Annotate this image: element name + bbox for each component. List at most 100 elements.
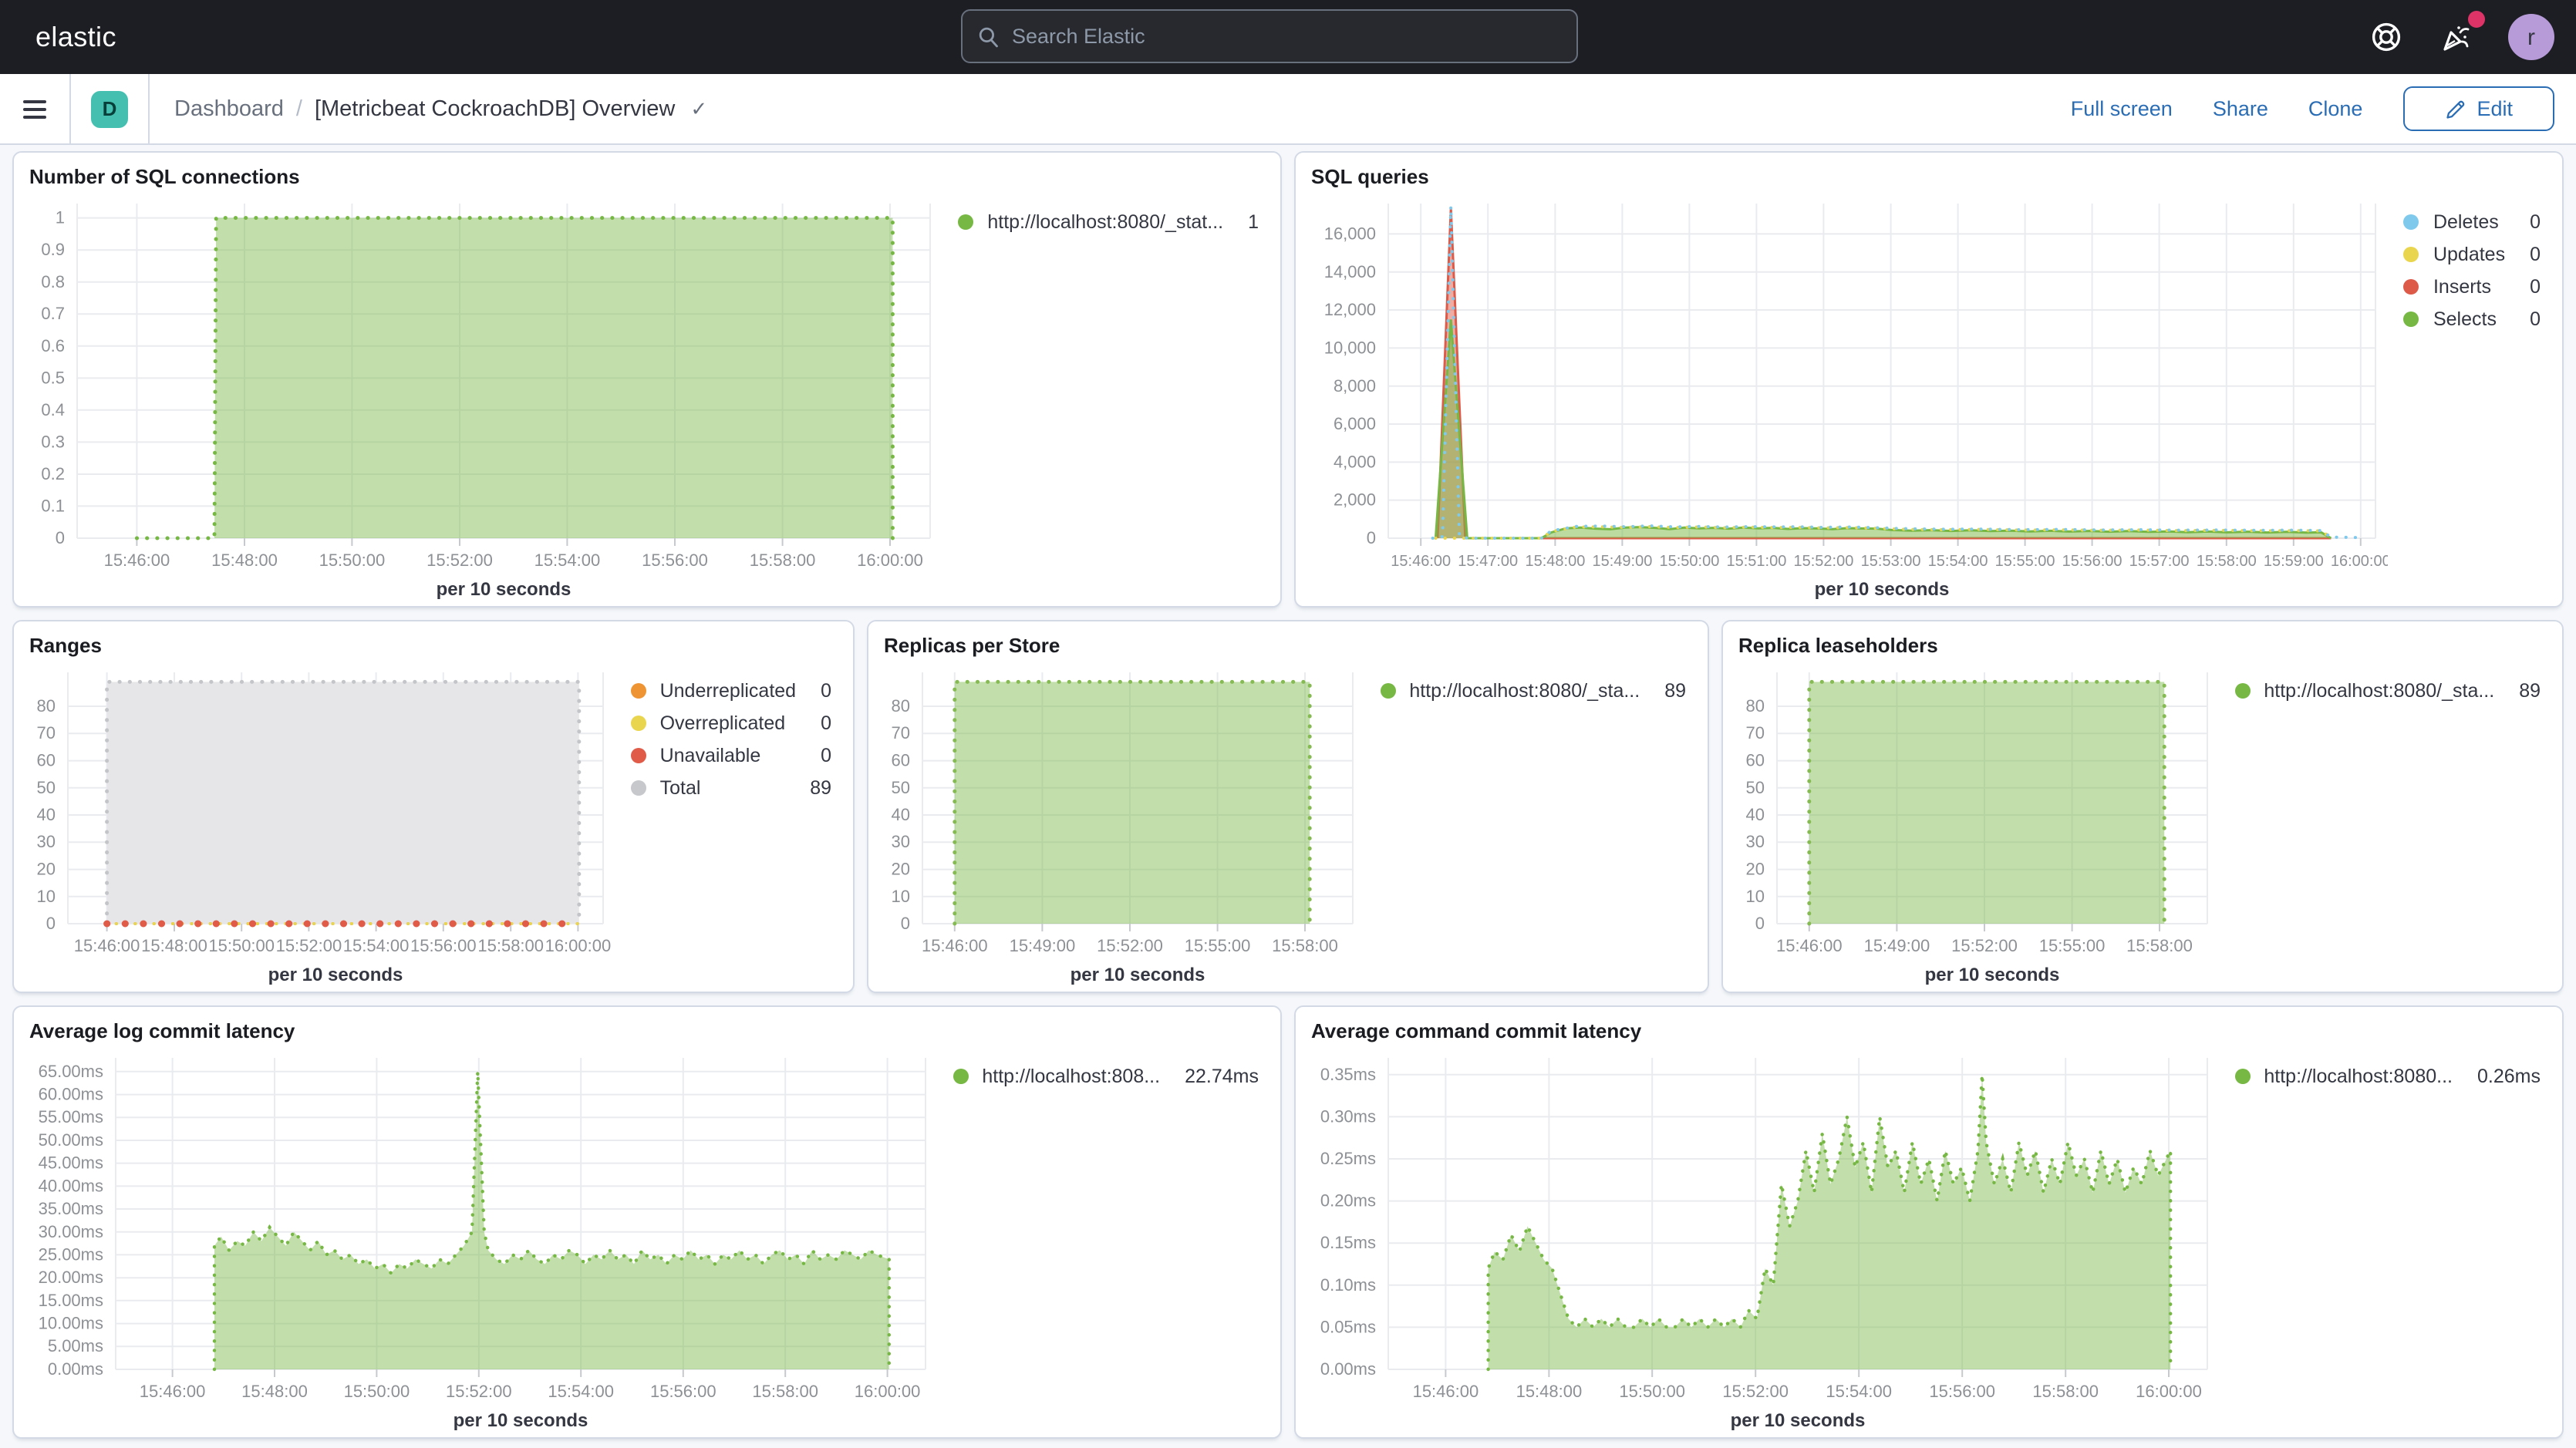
panel-sql-connections: Number of SQL connections 00.10.20.30.40… (12, 151, 1282, 608)
svg-text:60: 60 (892, 751, 910, 770)
svg-text:per 10 seconds: per 10 seconds (1815, 579, 1950, 600)
chart-plot: 0.00ms5.00ms10.00ms15.00ms20.00ms25.00ms… (29, 1042, 937, 1434)
legend-item[interactable]: http://localhost:8080/_sta...89 (2234, 679, 2541, 703)
svg-text:15:56:00: 15:56:00 (2062, 553, 2123, 570)
hamburger-icon (23, 99, 46, 118)
panel-title[interactable]: Average command commit latency (1311, 1019, 2547, 1042)
panel-title[interactable]: Replica leaseholders (1738, 634, 2547, 657)
chart-legend: http://localhost:8080...0.26ms (2219, 1042, 2547, 1434)
legend-item[interactable]: Updates0 (2404, 242, 2541, 267)
svg-text:1: 1 (56, 208, 65, 227)
svg-text:15:52:00: 15:52:00 (1951, 936, 2018, 955)
legend-item[interactable]: Selects0 (2404, 307, 2541, 332)
legend-value: 0 (2530, 307, 2541, 332)
svg-text:15:47:00: 15:47:00 (1458, 553, 1518, 570)
pencil-icon (2444, 98, 2466, 120)
svg-text:2,000: 2,000 (1334, 490, 1376, 510)
legend-dot (2234, 683, 2250, 699)
help-button[interactable] (2366, 17, 2406, 57)
panel-title[interactable]: SQL queries (1311, 165, 2547, 188)
svg-text:10.00ms: 10.00ms (39, 1314, 103, 1333)
svg-text:15:53:00: 15:53:00 (1861, 553, 1921, 570)
svg-text:30: 30 (1746, 832, 1765, 851)
svg-text:per 10 seconds: per 10 seconds (437, 579, 572, 600)
legend-value: 0 (2530, 242, 2541, 267)
svg-text:15:56:00: 15:56:00 (410, 936, 477, 955)
svg-text:20.00ms: 20.00ms (39, 1268, 103, 1287)
search-input[interactable] (1012, 25, 1561, 48)
svg-text:15:48:00: 15:48:00 (241, 1382, 308, 1401)
legend-item[interactable]: Inserts0 (2404, 274, 2541, 299)
svg-text:45.00ms: 45.00ms (39, 1153, 103, 1173)
svg-text:0.3: 0.3 (41, 432, 65, 451)
legend-label: Unavailable (660, 743, 761, 768)
navbar: D Dashboard / [Metricbeat CockroachDB] O… (0, 74, 2576, 145)
newsfeed-button[interactable] (2437, 17, 2477, 57)
chart-canvas: 0102030405060708015:46:0015:48:0015:50:0… (29, 657, 615, 988)
svg-text:15:50:00: 15:50:00 (319, 551, 386, 570)
share-button[interactable]: Share (2213, 97, 2268, 120)
svg-text:0.5: 0.5 (41, 368, 65, 387)
svg-text:15:46:00: 15:46:00 (74, 936, 140, 955)
legend-dot (2234, 1069, 2250, 1084)
svg-text:80: 80 (1746, 696, 1765, 716)
legend-value: 22.74ms (1185, 1064, 1259, 1089)
svg-text:0.2: 0.2 (41, 464, 65, 483)
chart-canvas: 02,0004,0006,0008,00010,00012,00014,0001… (1311, 188, 2388, 603)
legend-item[interactable]: http://localhost:8080/_stat...1 (958, 210, 1259, 234)
svg-text:0.20ms: 0.20ms (1320, 1191, 1376, 1211)
dashboard-badge: D (91, 90, 128, 127)
global-search[interactable] (961, 9, 1578, 63)
svg-text:4,000: 4,000 (1334, 452, 1376, 471)
legend-item[interactable]: Total89 (631, 776, 831, 800)
svg-text:0.1: 0.1 (41, 496, 65, 515)
nav-actions: Full screen Share Clone Edit (2071, 86, 2576, 131)
svg-text:10: 10 (37, 887, 56, 906)
svg-text:15:55:00: 15:55:00 (1995, 553, 2055, 570)
svg-text:0: 0 (46, 914, 56, 933)
svg-text:15:48:00: 15:48:00 (1525, 553, 1585, 570)
legend-item[interactable]: http://localhost:808...22.74ms (953, 1064, 1259, 1089)
legend-item[interactable]: Overreplicated0 (631, 711, 831, 736)
svg-text:25.00ms: 25.00ms (39, 1244, 103, 1264)
svg-text:16:00:00: 16:00:00 (2136, 1382, 2202, 1401)
panel-title[interactable]: Number of SQL connections (29, 165, 1265, 188)
dashboard-badge-wrap: D (71, 74, 150, 143)
svg-text:70: 70 (892, 723, 910, 743)
svg-text:0.10ms: 0.10ms (1320, 1275, 1376, 1295)
legend-dot (631, 748, 646, 763)
full-screen-button[interactable]: Full screen (2071, 97, 2173, 120)
panel-title[interactable]: Replicas per Store (884, 634, 1692, 657)
user-avatar[interactable]: r (2508, 14, 2554, 60)
chart-canvas: 0.00ms0.05ms0.10ms0.15ms0.20ms0.25ms0.30… (1311, 1042, 2220, 1434)
svg-text:15:46:00: 15:46:00 (1413, 1382, 1479, 1401)
svg-text:55.00ms: 55.00ms (39, 1107, 103, 1126)
svg-text:per 10 seconds: per 10 seconds (1071, 965, 1205, 985)
panel-title[interactable]: Average log commit latency (29, 1019, 1265, 1042)
panel-title[interactable]: Ranges (29, 634, 838, 657)
legend-item[interactable]: Unavailable0 (631, 743, 831, 768)
brand[interactable]: elastic (22, 21, 116, 53)
edit-button[interactable]: Edit (2402, 86, 2554, 131)
svg-text:40: 40 (1746, 805, 1765, 824)
legend-item[interactable]: http://localhost:8080/_sta...89 (1380, 679, 1686, 703)
svg-text:15:54:00: 15:54:00 (534, 551, 601, 570)
panel-replica-leaseholders: Replica leaseholders 0102030405060708015… (1721, 620, 2564, 993)
svg-text:15:50:00: 15:50:00 (208, 936, 275, 955)
breadcrumb-dashboard-link[interactable]: Dashboard (174, 96, 284, 121)
svg-text:15:49:00: 15:49:00 (1864, 936, 1930, 955)
svg-text:15:52:00: 15:52:00 (1097, 936, 1163, 955)
svg-text:15:46:00: 15:46:00 (140, 1382, 206, 1401)
legend-item[interactable]: Underreplicated0 (631, 679, 831, 703)
legend-label: http://localhost:8080/_sta... (2264, 679, 2494, 703)
svg-text:15:50:00: 15:50:00 (1619, 1382, 1685, 1401)
menu-button[interactable] (0, 74, 71, 143)
svg-text:15:55:00: 15:55:00 (2039, 936, 2106, 955)
svg-text:0: 0 (56, 528, 65, 547)
svg-text:15:48:00: 15:48:00 (141, 936, 207, 955)
legend-item[interactable]: http://localhost:8080...0.26ms (2234, 1064, 2541, 1089)
legend-item[interactable]: Deletes0 (2404, 210, 2541, 234)
clone-button[interactable]: Clone (2308, 97, 2363, 120)
chart-legend: Deletes0 Updates0 Inserts0 Selects0 (2389, 188, 2547, 603)
legend-value: 89 (1664, 679, 1686, 703)
